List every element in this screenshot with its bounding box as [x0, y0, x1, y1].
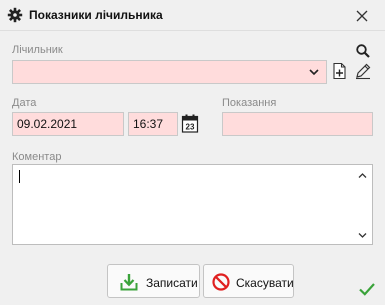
- text-caret: [19, 170, 20, 183]
- reading-input[interactable]: [222, 112, 373, 136]
- comment-textarea[interactable]: [12, 164, 373, 245]
- cancel-button-label: Скасувати: [236, 276, 294, 290]
- reading-label: Показання: [222, 97, 277, 109]
- meter-label: Лічильник: [12, 44, 63, 56]
- save-button[interactable]: Записати: [107, 264, 200, 298]
- scroll-down-icon[interactable]: [358, 232, 367, 239]
- date-input[interactable]: 09.02.2021: [12, 112, 124, 136]
- calendar-icon[interactable]: 23: [181, 114, 199, 133]
- meter-select[interactable]: [12, 60, 327, 84]
- edit-pencil-icon[interactable]: [354, 62, 372, 80]
- add-document-icon[interactable]: [331, 62, 349, 80]
- title-bar: Показники лічильника: [0, 0, 385, 31]
- window-title: Показники лічильника: [29, 8, 163, 22]
- save-download-icon: [120, 274, 138, 291]
- comment-label: Коментар: [12, 151, 62, 163]
- scroll-up-icon[interactable]: [358, 172, 367, 179]
- calendar-day: 23: [186, 123, 195, 132]
- cancel-icon: [212, 273, 230, 291]
- cancel-button[interactable]: Скасувати: [203, 264, 294, 298]
- gear-icon: [7, 7, 23, 23]
- checkmark-icon[interactable]: [358, 281, 376, 297]
- time-input[interactable]: 16:37: [128, 112, 178, 136]
- search-icon[interactable]: [355, 43, 371, 59]
- close-button[interactable]: [350, 5, 374, 27]
- close-icon: [356, 10, 368, 22]
- chevron-down-icon[interactable]: [308, 67, 320, 77]
- date-label: Дата: [12, 97, 37, 109]
- save-button-label: Записати: [146, 276, 198, 290]
